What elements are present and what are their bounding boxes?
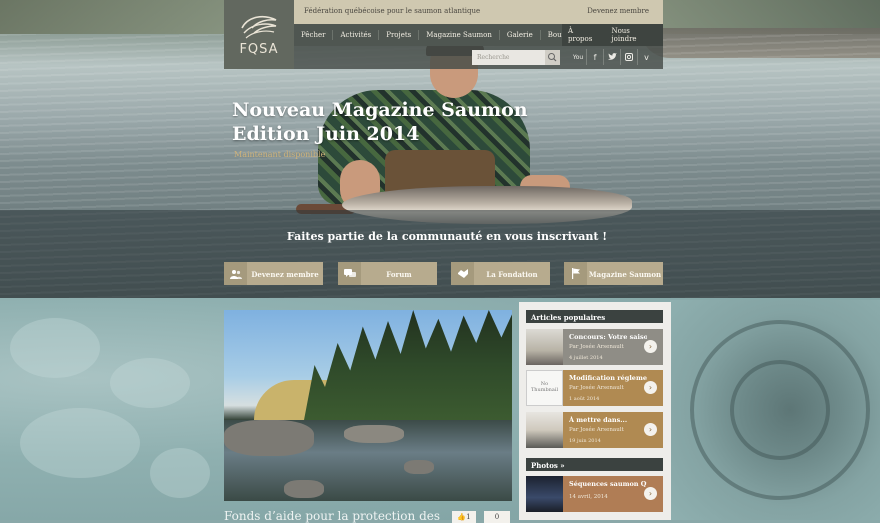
cta-forum[interactable]: Forum — [338, 262, 437, 285]
photo-date: 14 avril, 2014 — [569, 494, 608, 500]
article-thumbnail — [526, 329, 563, 365]
featured-post-image[interactable] — [224, 310, 512, 501]
nav-item-nous-joindre[interactable]: Nous joindre — [605, 27, 663, 43]
reel-ring — [730, 360, 830, 460]
article-title: Concours: Votre saison... — [569, 333, 647, 341]
main-nav: Pêcher Activités Projets Magazine Saumon… — [294, 24, 663, 46]
nav-item-activites[interactable]: Activités — [333, 30, 380, 40]
like-button[interactable]: 👍 1 — [452, 511, 476, 523]
popular-articles-heading: Articles populaires — [526, 310, 663, 323]
article-thumbnail: No Thumbnail — [526, 370, 563, 406]
cta-magazine-saumon[interactable]: Magazine Saumon — [564, 262, 663, 285]
cta-devenez-membre[interactable]: Devenez membre — [224, 262, 323, 285]
sidebar: Articles populaires Concours: Votre sais… — [519, 302, 671, 520]
signup-text: Faites partie de la communauté en vous i… — [286, 230, 608, 243]
article-author: Par Josée Arsenault — [569, 344, 624, 350]
photos-heading[interactable]: Photos » — [526, 458, 663, 471]
nav-secondary: À propos Nous joindre — [562, 24, 663, 46]
comment-count[interactable]: 0 — [484, 511, 510, 523]
photo-rock — [224, 420, 314, 456]
search-icon — [548, 53, 557, 62]
chevron-right-icon[interactable]: › — [644, 340, 657, 353]
flag-icon — [564, 262, 587, 285]
pebble — [10, 318, 100, 378]
photo-rock — [404, 460, 434, 474]
cta-label: La Fondation — [486, 270, 538, 279]
foundation-icon — [451, 262, 474, 285]
vimeo-icon[interactable]: v — [638, 49, 655, 65]
photo-forest — [304, 310, 512, 420]
photo-thumbnail — [526, 476, 563, 512]
photo-title: Séquences saumon Québec — [569, 480, 647, 488]
search-button[interactable] — [545, 50, 560, 65]
nav-item-a-propos[interactable]: À propos — [562, 27, 605, 43]
popular-article[interactable]: Concours: Votre saison... Par Josée Arse… — [526, 329, 663, 365]
article-title: À mettre dans... — [569, 416, 628, 424]
facebook-icon[interactable]: f — [587, 49, 604, 65]
nav-item-projets[interactable]: Projets — [379, 30, 420, 40]
nav-item-galerie[interactable]: Galerie — [500, 30, 541, 40]
fishing-reel-photo — [670, 300, 880, 520]
logo-text: FQSA — [239, 42, 279, 57]
salmon-logo-icon — [241, 15, 277, 39]
popular-article[interactable]: À mettre dans... Par Josée Arsenault 19 … — [526, 412, 663, 448]
cta-label: Devenez membre — [251, 270, 319, 279]
site-logo[interactable]: FQSA — [224, 0, 294, 69]
search-input[interactable]: Recherche — [477, 54, 510, 61]
photo-item[interactable]: Séquences saumon Québec 14 avril, 2014 › — [526, 476, 663, 512]
article-date: 19 juin 2014 — [569, 438, 601, 444]
article-author: Par Josée Arsenault — [569, 427, 624, 433]
become-member-link[interactable]: Devenez membre — [587, 7, 649, 15]
popular-article[interactable]: No Thumbnail Modification réglementaire … — [526, 370, 663, 406]
pebble — [150, 448, 210, 498]
article-author: Par Josée Arsenault — [569, 385, 624, 391]
instagram-icon[interactable] — [621, 49, 638, 65]
article-title: Modification réglementaire -... — [569, 374, 647, 382]
signup-band — [0, 210, 880, 298]
photo-rock — [344, 425, 404, 443]
social-links: You f v — [570, 49, 655, 65]
forum-icon — [338, 262, 361, 285]
pebble — [110, 358, 190, 408]
article-date: 4 juillet 2014 — [569, 355, 603, 361]
article-thumbnail — [526, 412, 563, 448]
pebble — [20, 408, 140, 478]
article-date: 1 août 2014 — [569, 396, 600, 402]
nav-item-magazine[interactable]: Magazine Saumon — [419, 30, 500, 40]
org-name: Fédération québécoise pour le saumon atl… — [304, 7, 481, 15]
top-bar: Fédération québécoise pour le saumon atl… — [294, 0, 663, 24]
cta-label: Forum — [386, 270, 412, 279]
nav-item-pecher[interactable]: Pêcher — [294, 30, 334, 40]
cta-la-fondation[interactable]: La Fondation — [451, 262, 550, 285]
search-social-bar: Recherche You f v — [294, 46, 663, 69]
featured-post-title[interactable]: Fonds d’aide pour la protection des — [224, 509, 440, 523]
chevron-right-icon[interactable]: › — [644, 381, 657, 394]
chevron-right-icon[interactable]: › — [644, 487, 657, 500]
twitter-icon[interactable] — [604, 49, 621, 65]
hero-subtitle[interactable]: Maintenant disponible — [234, 150, 325, 159]
hero-title[interactable]: Nouveau Magazine Saumon Edition Juin 201… — [232, 98, 562, 146]
chevron-right-icon[interactable]: › — [644, 423, 657, 436]
youtube-icon[interactable]: You — [570, 49, 587, 65]
search-box[interactable]: Recherche — [472, 50, 560, 65]
members-icon — [224, 262, 247, 285]
photo-rock — [284, 480, 324, 498]
cta-label: Magazine Saumon — [588, 270, 662, 279]
